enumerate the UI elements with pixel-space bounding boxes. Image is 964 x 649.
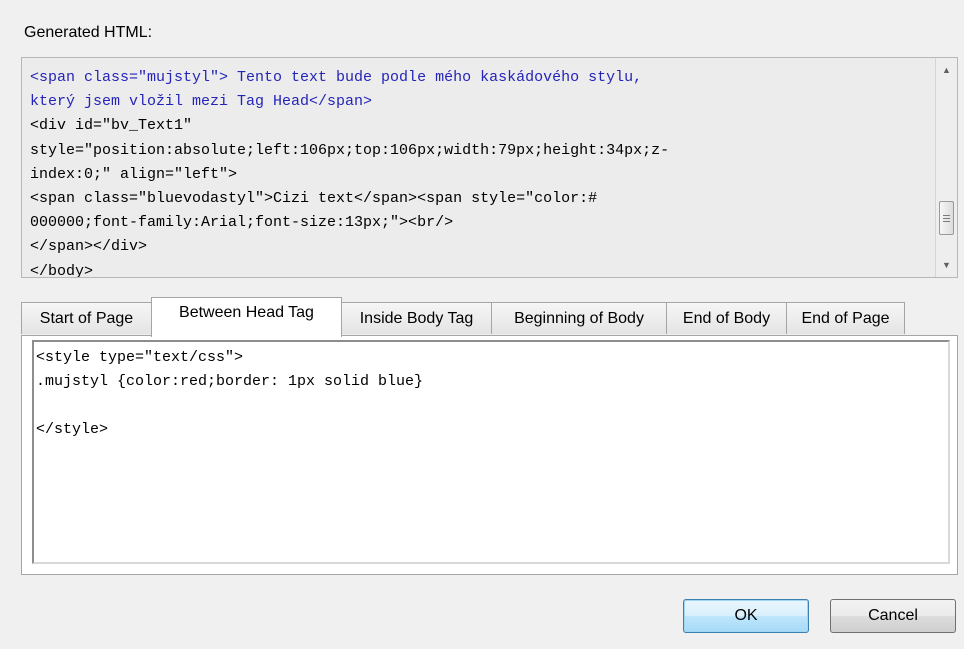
code-line: index:0;" align="left">	[30, 165, 238, 183]
cancel-button[interactable]: Cancel	[830, 599, 956, 633]
code-line: </body>	[30, 262, 94, 278]
generated-html-code: <span class="mujstyl"> Tento text bude p…	[22, 58, 957, 278]
tab-between-head-tag[interactable]: Between Head Tag	[151, 297, 342, 337]
code-line: 000000;font-family:Arial;font-size:13px;…	[30, 214, 454, 232]
editor-code: <style type="text/css"> .mujstyl {color:…	[34, 342, 948, 442]
scroll-down-icon[interactable]: ▼	[936, 255, 957, 275]
scroll-grip-icon	[943, 214, 950, 216]
code-line: <span class="mujstyl"> Tento text bude p…	[30, 69, 643, 86]
vertical-scrollbar[interactable]: ▲ ▼	[935, 58, 957, 277]
scroll-up-icon[interactable]: ▲	[936, 60, 957, 80]
generated-html-view[interactable]: <span class="mujstyl"> Tento text bude p…	[21, 57, 958, 278]
code-line: style="position:absolute;left:106px;top:…	[30, 141, 670, 159]
ok-button[interactable]: OK	[683, 599, 809, 633]
generated-html-label: Generated HTML:	[24, 24, 153, 41]
tab-start-of-page[interactable]: Start of Page	[21, 302, 152, 334]
tab-end-of-page[interactable]: End of Page	[786, 302, 905, 334]
editor-line: </style>	[36, 421, 109, 438]
tab-inside-body-tag[interactable]: Inside Body Tag	[341, 302, 492, 334]
code-line: <span class="bluevodastyl">Cizi text</sp…	[30, 190, 598, 208]
code-editor[interactable]: <style type="text/css"> .mujstyl {color:…	[32, 340, 950, 564]
tab-beginning-of-body[interactable]: Beginning of Body	[491, 302, 667, 334]
editor-line: .mujstyl {color:red;border: 1px solid bl…	[36, 373, 424, 390]
tab-panel: <style type="text/css"> .mujstyl {color:…	[21, 335, 958, 575]
code-line: <div id="bv_Text1"	[30, 117, 193, 135]
editor-line: <style type="text/css">	[36, 349, 244, 366]
scroll-thumb[interactable]	[939, 201, 954, 235]
code-line: </span></div>	[30, 238, 148, 256]
code-line: který jsem vložil mezi Tag Head</span>	[30, 93, 373, 111]
tab-end-of-body[interactable]: End of Body	[666, 302, 787, 334]
